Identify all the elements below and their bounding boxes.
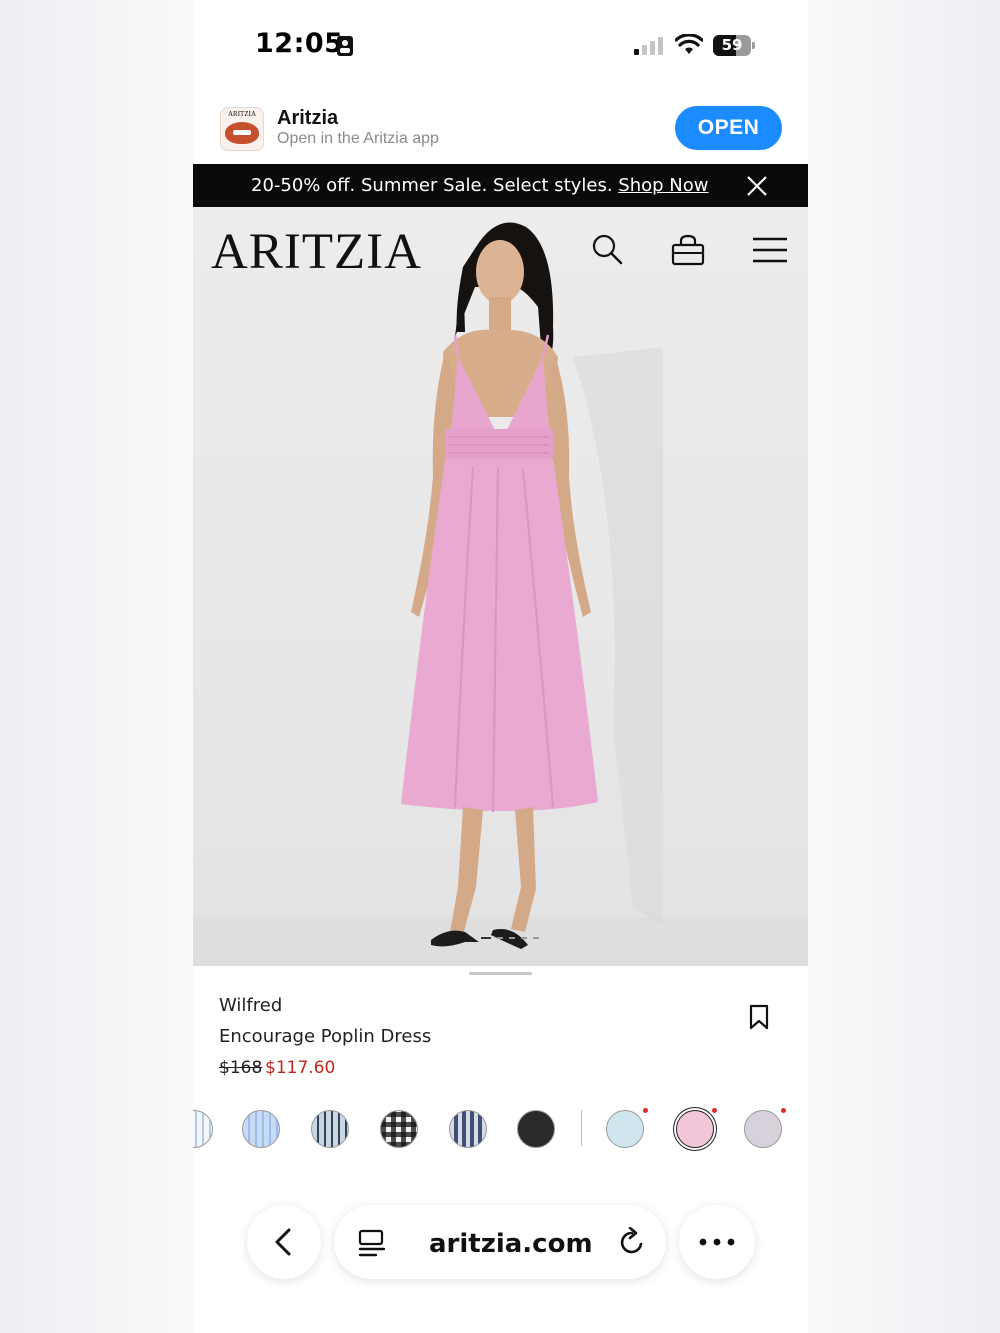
swatch-black[interactable] [517, 1110, 555, 1148]
swatch-pink-selected[interactable] [676, 1110, 714, 1148]
swatch-white-blue-stripe[interactable] [193, 1110, 213, 1148]
app-banner: ARITZIA Aritzia Open in the Aritzia app … [193, 92, 808, 164]
url-text[interactable]: aritzia.com [429, 1229, 593, 1259]
swatch-navy-stripe[interactable] [449, 1110, 487, 1148]
search-icon[interactable] [591, 233, 623, 267]
phone-screen: 12:05 59 ARITZIA Aritzia Open in the Ari… [193, 0, 808, 1333]
address-bar[interactable]: aritzia.com [334, 1205, 666, 1279]
wifi-icon [675, 34, 703, 54]
swatch-black-gingham[interactable] [380, 1110, 418, 1148]
swatch-blue-grey-stripe[interactable] [311, 1110, 349, 1148]
swatch-lilac-grey[interactable] [744, 1110, 782, 1148]
promo-text: 20-50% off. Summer Sale. Select styles. [251, 175, 619, 196]
reload-icon[interactable] [618, 1227, 646, 1257]
open-app-button[interactable]: OPEN [675, 106, 782, 150]
menu-icon[interactable] [751, 233, 789, 267]
ellipsis-icon [699, 1238, 735, 1246]
status-time: 12:05 [255, 28, 344, 59]
app-name: Aritzia [277, 107, 339, 129]
new-indicator-dot [781, 1108, 786, 1113]
close-icon[interactable] [745, 174, 769, 198]
battery-icon: 59 [713, 35, 755, 56]
product-brand[interactable]: Wilfred [219, 995, 282, 1016]
new-indicator-dot [643, 1108, 648, 1113]
original-price: $168 [219, 1058, 263, 1078]
chevron-left-icon [275, 1228, 291, 1256]
battery-level: 59 [721, 36, 743, 54]
app-logo-icon: ARITZIA [220, 107, 264, 151]
bookmark-icon[interactable] [749, 1004, 769, 1030]
model-photo [401, 222, 663, 949]
cellular-signal-icon [634, 37, 663, 55]
contact-card-icon [337, 36, 353, 56]
more-options-button[interactable] [679, 1205, 755, 1279]
page-menu-icon[interactable] [358, 1229, 386, 1259]
color-swatches [193, 1108, 808, 1152]
product-image[interactable]: ARITZIA [193, 207, 808, 966]
image-pagination [481, 937, 539, 939]
new-indicator-dot [712, 1108, 717, 1113]
promo-bar: 20-50% off. Summer Sale. Select styles. … [193, 164, 808, 207]
sale-price: $117.60 [265, 1058, 336, 1078]
back-button[interactable] [247, 1205, 321, 1279]
swatch-light-blue-stripe[interactable] [242, 1110, 280, 1148]
swatch-light-blue[interactable] [606, 1110, 644, 1148]
swatch-divider [581, 1110, 582, 1146]
aritzia-logo[interactable]: ARITZIA [211, 223, 422, 281]
product-name: Encourage Poplin Dress [219, 1026, 432, 1047]
shop-now-link[interactable]: Shop Now [618, 175, 708, 196]
sheet-grabber[interactable] [469, 972, 532, 975]
bag-icon[interactable] [671, 233, 705, 267]
app-subtitle: Open in the Aritzia app [277, 130, 439, 147]
